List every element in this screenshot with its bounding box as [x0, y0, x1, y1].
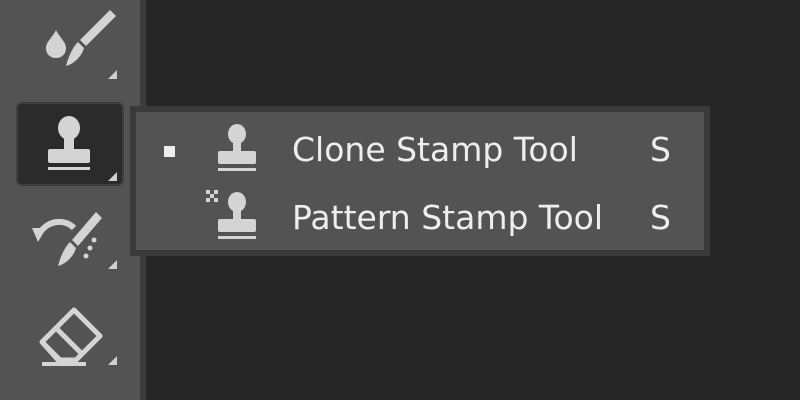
more-tools-indicator: [108, 172, 117, 181]
selected-indicator: [164, 146, 175, 157]
more-tools-indicator: [108, 260, 117, 269]
brush-tool-button[interactable]: [16, 0, 124, 84]
more-tools-indicator: [108, 356, 117, 365]
history-brush-icon: [32, 212, 102, 266]
eraser-tool-button[interactable]: [16, 296, 124, 380]
stamp-icon: [48, 116, 90, 170]
menu-item-label: Pattern Stamp Tool: [292, 198, 604, 237]
tools-panel: [0, 0, 140, 400]
history-brush-tool-button[interactable]: [16, 200, 124, 284]
clone-stamp-icon: [206, 120, 268, 182]
menu-item-pattern-stamp-tool[interactable]: Pattern Stamp Tool S: [136, 184, 704, 248]
flyout-menu-body: Clone Stamp Tool S Pattern Stamp Tool S: [136, 112, 704, 250]
menu-item-label: Clone Stamp Tool: [292, 130, 578, 169]
menu-item-shortcut: S: [650, 198, 671, 237]
menu-item-clone-stamp-tool[interactable]: Clone Stamp Tool S: [136, 116, 704, 180]
photoshop-workspace: Clone Stamp Tool S Pattern Stamp Tool S: [0, 0, 800, 400]
eraser-icon: [39, 307, 103, 366]
pattern-stamp-icon: [206, 188, 268, 250]
more-tools-indicator: [108, 70, 117, 79]
tool-flyout-menu: Clone Stamp Tool S Pattern Stamp Tool S: [130, 106, 710, 256]
clone-stamp-tool-button[interactable]: [16, 102, 124, 186]
menu-item-shortcut: S: [650, 130, 671, 169]
